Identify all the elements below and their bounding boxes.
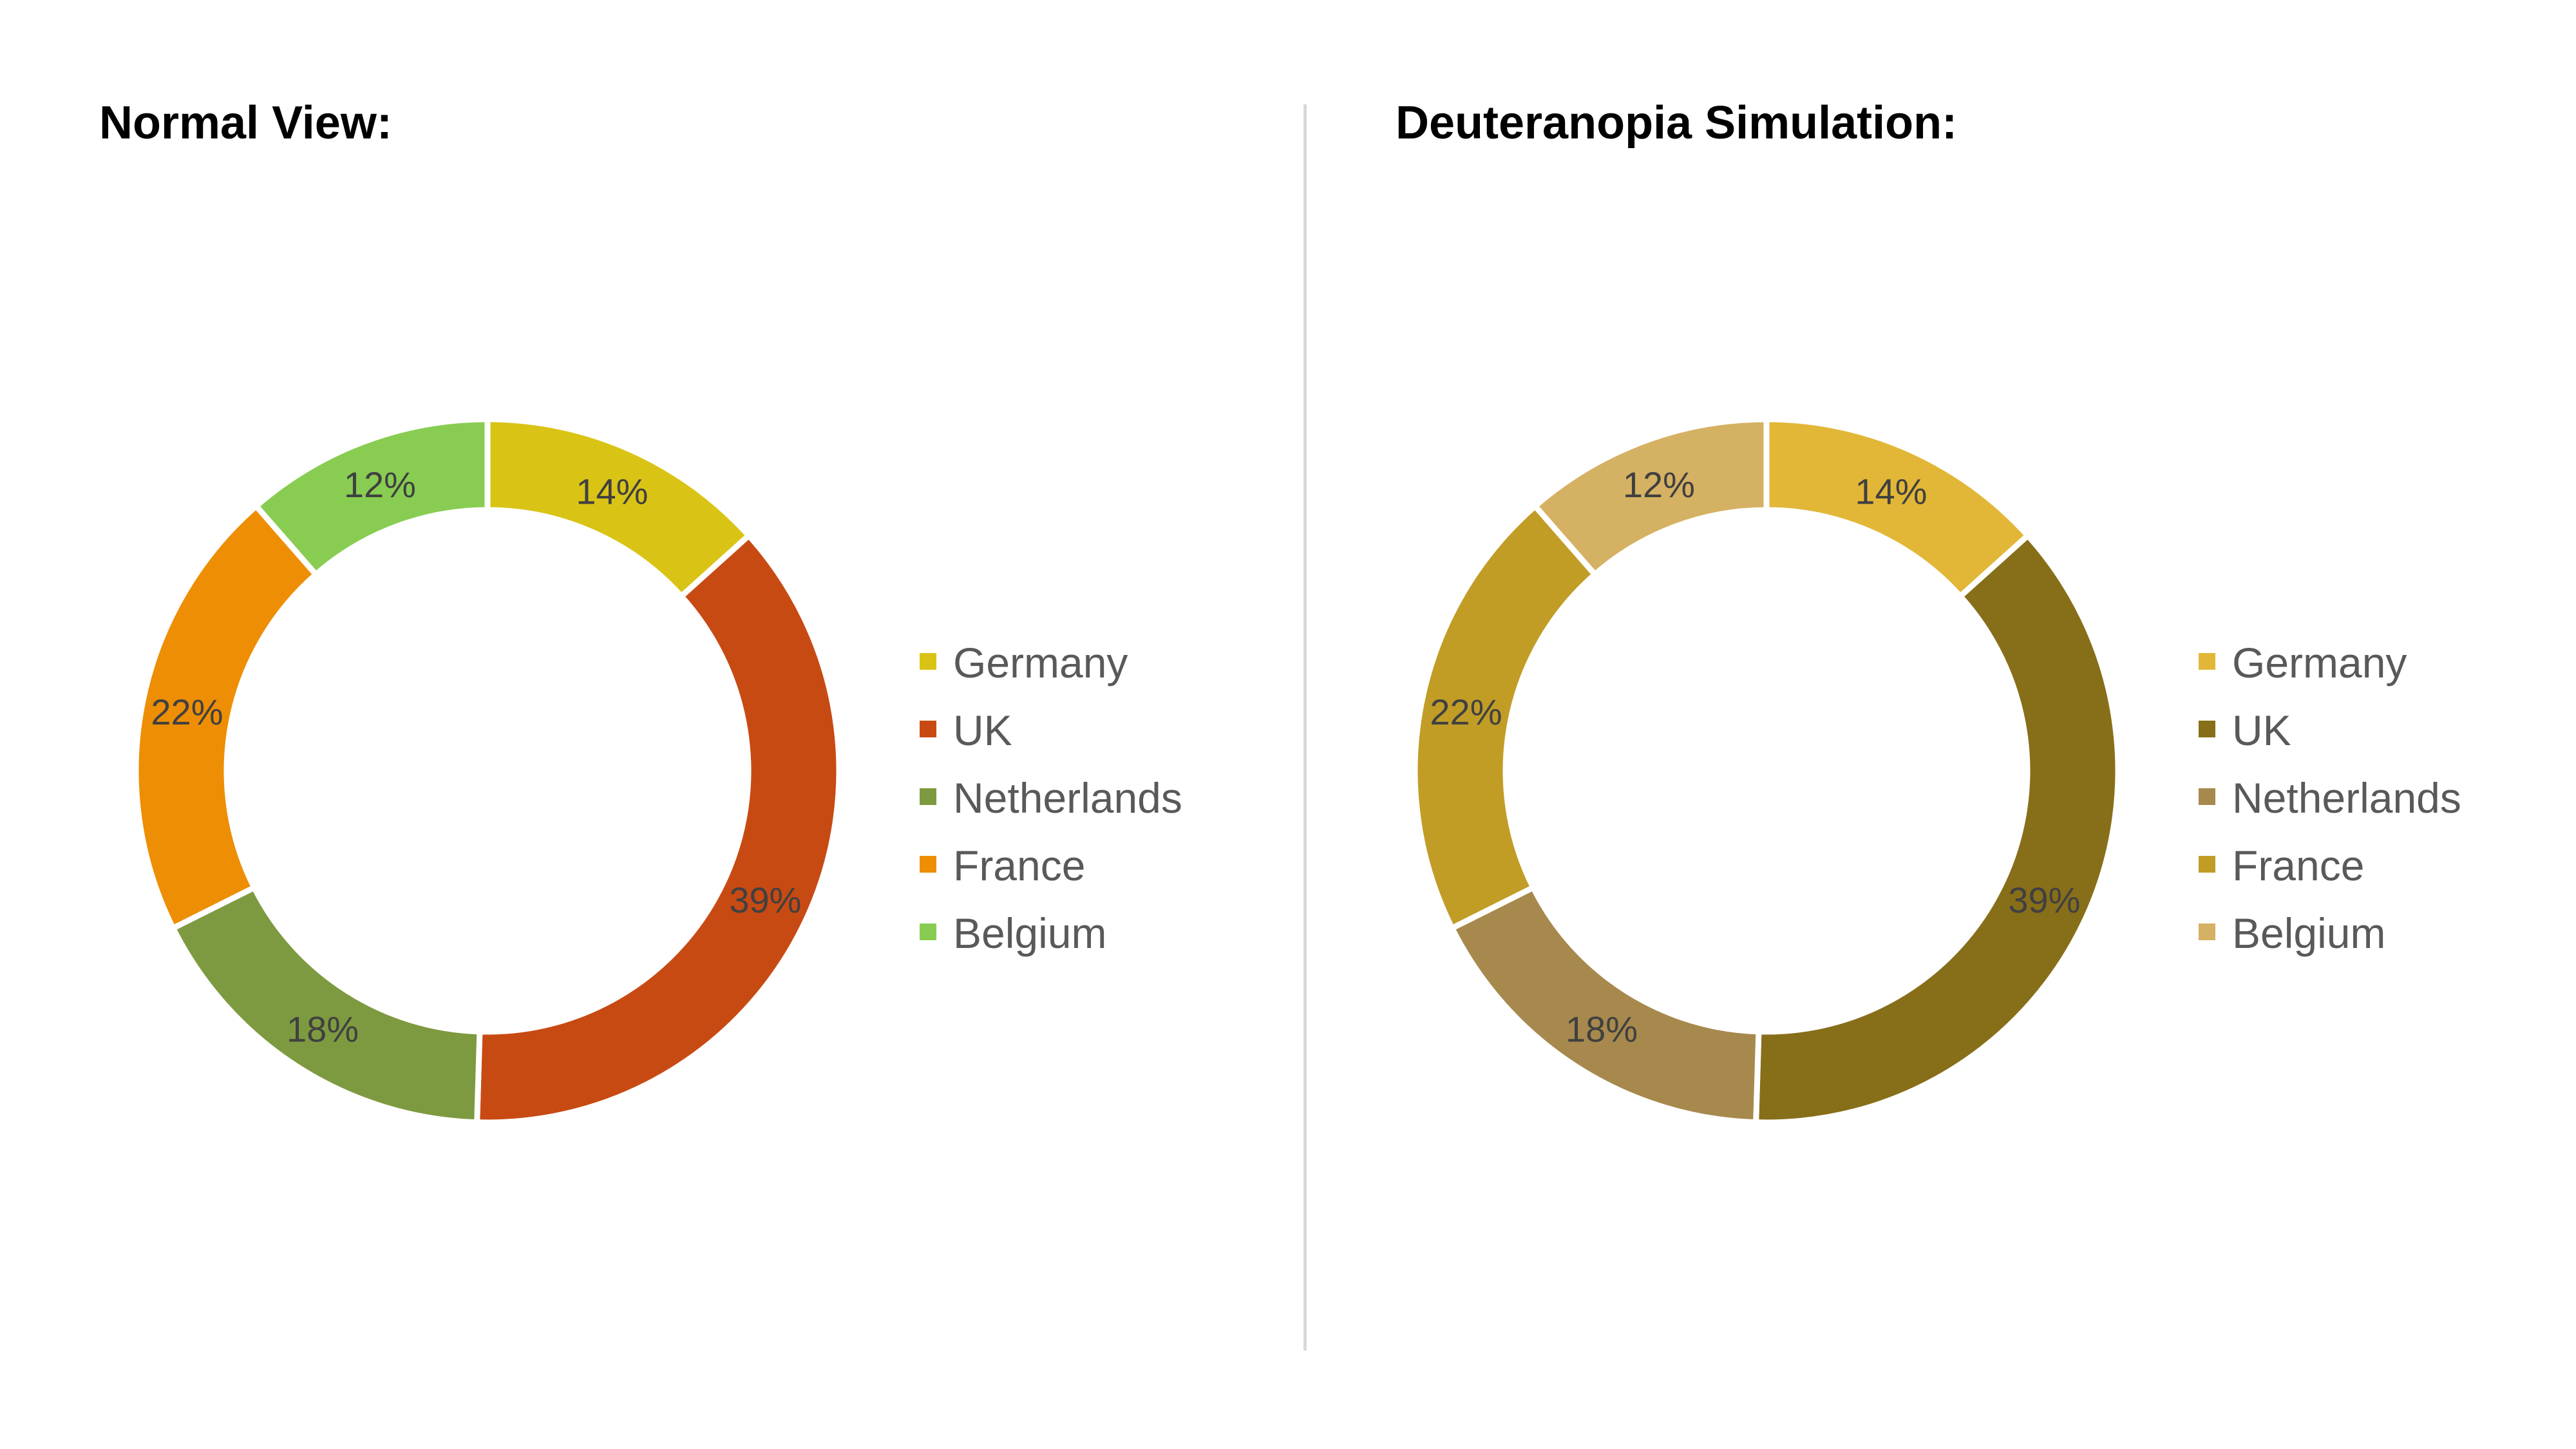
- legend-label: Germany: [2232, 639, 2407, 687]
- legend-swatch: [2199, 788, 2215, 805]
- legend-swatch: [920, 923, 936, 940]
- legend-label: Netherlands: [953, 774, 1182, 822]
- legend-label: Netherlands: [2232, 774, 2461, 822]
- legend-label: France: [2232, 842, 2364, 889]
- legend-swatch: [2199, 721, 2215, 737]
- legend-swatch: [2199, 856, 2215, 873]
- data-label: 39%: [729, 880, 801, 920]
- legend-swatch: [2199, 653, 2215, 670]
- legend-swatch: [920, 653, 936, 670]
- data-label: 22%: [1430, 692, 1502, 732]
- slice-uk: [474, 531, 842, 1126]
- data-label: 22%: [151, 692, 223, 732]
- legend-label: UK: [2232, 706, 2291, 754]
- legend-label: Belgium: [953, 909, 1106, 957]
- slice-uk: [1753, 531, 2121, 1126]
- data-label: 14%: [1855, 471, 1927, 512]
- legend-swatch: [920, 721, 936, 737]
- legend-swatch: [920, 856, 936, 873]
- slice-netherlands: [1448, 884, 1762, 1126]
- donut-charts: 14% 39% 18% 22% 12% Germany UK Netherlands Franc…: [133, 416, 2461, 1126]
- legend-label: Belgium: [2232, 909, 2385, 957]
- data-label: 12%: [1623, 464, 1695, 505]
- data-label: 18%: [1566, 1009, 1638, 1050]
- slice-netherlands: [169, 884, 483, 1126]
- data-label: 12%: [344, 464, 416, 505]
- legend-swatch: [920, 788, 936, 805]
- legend-label: UK: [953, 706, 1012, 754]
- legend-label: Germany: [953, 639, 1128, 687]
- data-label: 14%: [576, 471, 648, 512]
- legend-swatch: [2199, 923, 2215, 940]
- data-label: 39%: [2008, 880, 2080, 920]
- legend-label: France: [953, 842, 1085, 889]
- data-label: 18%: [287, 1009, 359, 1050]
